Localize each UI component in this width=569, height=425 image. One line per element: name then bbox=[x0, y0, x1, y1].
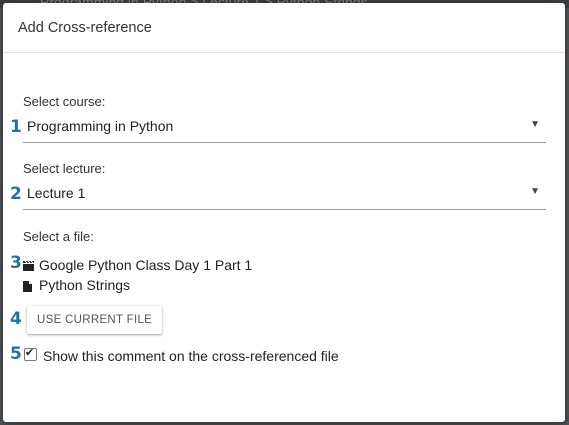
lecture-select-value: Lecture 1 bbox=[27, 185, 86, 201]
file-name: Python Strings bbox=[39, 277, 131, 293]
add-cross-reference-dialog: Add Cross-reference Select course: 1 Pro… bbox=[3, 3, 565, 422]
step-number-1: 1 bbox=[10, 117, 22, 137]
step-number-2: 2 bbox=[10, 184, 22, 204]
video-icon bbox=[23, 261, 36, 272]
show-comment-label: Show this comment on the cross-reference… bbox=[43, 348, 339, 364]
step-number-5: 5 bbox=[10, 344, 22, 364]
step-number-4: 4 bbox=[10, 309, 22, 329]
select-course-label: Select course: bbox=[23, 94, 106, 109]
dialog-title: Add Cross-reference bbox=[18, 20, 152, 36]
course-select-value: Programming in Python bbox=[27, 118, 174, 134]
dropdown-arrow-icon: ▼ bbox=[530, 119, 540, 130]
title-divider bbox=[3, 52, 565, 53]
file-item[interactable]: Python Strings bbox=[23, 277, 130, 293]
file-name: Google Python Class Day 1 Part 1 bbox=[39, 257, 253, 273]
checkmark-icon: ✔ bbox=[25, 347, 35, 359]
dropdown-arrow-icon: ▼ bbox=[530, 186, 540, 197]
step-number-3: 3 bbox=[10, 253, 22, 273]
course-select[interactable]: Programming in Python ▼ bbox=[23, 114, 546, 143]
lecture-select[interactable]: Lecture 1 ▼ bbox=[23, 181, 546, 210]
file-item[interactable]: Google Python Class Day 1 Part 1 bbox=[23, 257, 252, 273]
select-file-label: Select a file: bbox=[23, 229, 94, 244]
show-comment-checkbox[interactable]: ✔ bbox=[24, 347, 37, 361]
use-current-file-button[interactable]: USE CURRENT FILE bbox=[27, 306, 163, 334]
document-icon bbox=[23, 280, 36, 292]
select-lecture-label: Select lecture: bbox=[23, 161, 106, 176]
